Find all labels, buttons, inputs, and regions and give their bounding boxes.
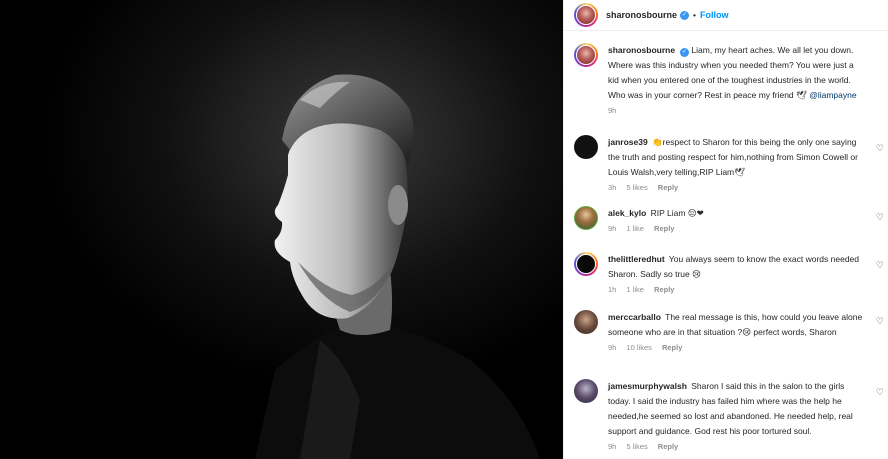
comment-time[interactable]: 3h: [608, 183, 616, 192]
comment-item: merccarballo The real message is this, h…: [574, 310, 888, 353]
comment-item: alek_kylo RIP Liam 😔❤ 9h 1 like Reply ♡: [574, 206, 888, 234]
portrait-image: [0, 0, 563, 459]
post-photo[interactable]: [0, 0, 563, 459]
comment-body: thelittleredhut You always seem to know …: [608, 252, 863, 295]
comment-text: RIP Liam 😔❤: [650, 208, 704, 218]
caption-mention-link[interactable]: @liampayne: [809, 90, 856, 100]
comment-username[interactable]: jamesmurphywalsh: [608, 381, 687, 391]
heart-outline-icon[interactable]: ♡: [876, 387, 884, 397]
comment-username[interactable]: janrose39: [608, 137, 648, 147]
comment-body: merccarballo The real message is this, h…: [608, 310, 863, 353]
comment-item: janrose39 👏respect to Sharon for this be…: [574, 135, 888, 193]
comment-username[interactable]: alek_kylo: [608, 208, 646, 218]
caption-time[interactable]: 9h: [608, 106, 616, 115]
comment-likes[interactable]: 5 likes: [626, 442, 647, 451]
caption-username[interactable]: sharonosbourne: [608, 45, 675, 55]
comment-meta: 9h 10 likes Reply: [608, 343, 863, 353]
author-username[interactable]: sharonosbourne: [606, 10, 677, 20]
separator-dot: •: [693, 10, 696, 20]
caption-author-avatar[interactable]: [574, 43, 598, 67]
comment-likes[interactable]: 10 likes: [626, 343, 651, 352]
reply-button[interactable]: Reply: [662, 343, 682, 352]
commenter-avatar[interactable]: [574, 310, 598, 334]
caption-body: sharonosbourne ✓ Liam, my heart aches. We…: [608, 43, 863, 116]
heart-outline-icon[interactable]: ♡: [876, 212, 884, 222]
verified-badge-icon: ✓: [680, 48, 690, 57]
comment-username[interactable]: merccarballo: [608, 312, 661, 322]
comment-time[interactable]: 1h: [608, 285, 616, 294]
reply-button[interactable]: Reply: [658, 183, 678, 192]
comment-body: jamesmurphywalsh Sharon I said this in t…: [608, 379, 863, 452]
follow-button[interactable]: Follow: [700, 10, 729, 20]
heart-outline-icon[interactable]: ♡: [876, 143, 884, 153]
comment-meta: 1h 1 like Reply: [608, 285, 863, 295]
reply-button[interactable]: Reply: [654, 224, 674, 233]
comment-item: thelittleredhut You always seem to know …: [574, 252, 888, 295]
comment-body: alek_kylo RIP Liam 😔❤ 9h 1 like Reply: [608, 206, 863, 234]
comment-likes[interactable]: 5 likes: [626, 183, 647, 192]
comment-likes[interactable]: 1 like: [626, 224, 644, 233]
comment-time[interactable]: 9h: [608, 224, 616, 233]
comment-meta: 9h 5 likes Reply: [608, 442, 863, 452]
comment-time[interactable]: 9h: [608, 442, 616, 451]
comment-time[interactable]: 9h: [608, 343, 616, 352]
heart-outline-icon[interactable]: ♡: [876, 316, 884, 326]
comment-meta: 9h 1 like Reply: [608, 224, 863, 234]
author-avatar[interactable]: [574, 3, 598, 27]
heart-outline-icon[interactable]: ♡: [876, 260, 884, 270]
comment-item: jamesmurphywalsh Sharon I said this in t…: [574, 379, 888, 452]
reply-button[interactable]: Reply: [658, 442, 678, 451]
commenter-avatar[interactable]: [574, 135, 598, 159]
post-side-panel: sharonosbourne ✓ • Follow sharonosbourne…: [563, 0, 888, 459]
commenter-avatar[interactable]: [574, 252, 598, 276]
comment-meta: 3h 5 likes Reply: [608, 183, 863, 193]
caption-meta: 9h: [608, 106, 863, 116]
commenter-avatar[interactable]: [574, 206, 598, 230]
comment-body: janrose39 👏respect to Sharon for this be…: [608, 135, 863, 193]
reply-button[interactable]: Reply: [654, 285, 674, 294]
commenter-avatar[interactable]: [574, 379, 598, 403]
comment-likes[interactable]: 1 like: [626, 285, 644, 294]
post-header: sharonosbourne ✓ • Follow: [564, 0, 888, 31]
comments-list[interactable]: sharonosbourne ✓ Liam, my heart aches. We…: [564, 31, 888, 459]
verified-badge-icon: ✓: [680, 10, 690, 20]
comment-username[interactable]: thelittleredhut: [608, 254, 665, 264]
caption: sharonosbourne ✓ Liam, my heart aches. We…: [574, 43, 888, 116]
